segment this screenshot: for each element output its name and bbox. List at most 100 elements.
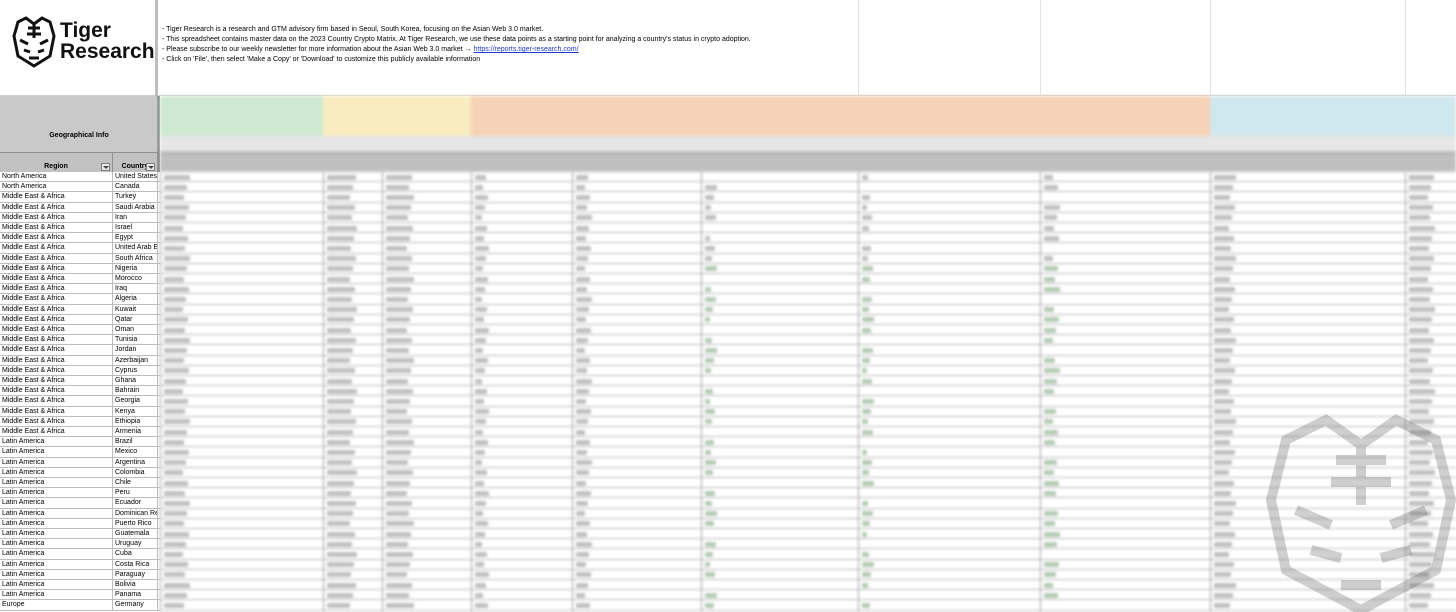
region-cell[interactable]: Latin America xyxy=(0,559,113,570)
table-row[interactable]: Middle East & Africa Ethiopia xyxy=(0,416,160,427)
region-cell[interactable]: Latin America xyxy=(0,539,113,550)
country-cell[interactable]: Algeria xyxy=(113,294,158,305)
table-row[interactable]: Middle East & Africa Tunisia xyxy=(0,335,160,346)
country-cell[interactable]: Costa Rica xyxy=(113,559,158,570)
region-cell[interactable]: Middle East & Africa xyxy=(0,386,113,397)
country-cell[interactable]: Ecuador xyxy=(113,498,158,509)
table-row[interactable]: Latin America Uruguay xyxy=(0,539,160,550)
region-cell[interactable]: Middle East & Africa xyxy=(0,325,113,335)
table-row[interactable]: Middle East & Africa Georgia xyxy=(0,396,160,407)
country-cell[interactable]: Guatemala xyxy=(113,529,158,539)
region-cell[interactable]: Latin America xyxy=(0,498,113,509)
country-cell[interactable]: Uruguay xyxy=(113,539,158,550)
country-cell[interactable]: Bolivia xyxy=(113,580,158,590)
region-cell[interactable]: Middle East & Africa xyxy=(0,223,113,233)
table-row[interactable]: Middle East & Africa Azerbaijan xyxy=(0,355,160,366)
region-column-header[interactable]: Region xyxy=(0,152,113,172)
table-row[interactable]: Middle East & Africa Iraq xyxy=(0,284,160,295)
table-row[interactable]: Latin America Guatemala xyxy=(0,529,160,540)
filter-dropdown-icon[interactable] xyxy=(146,163,155,171)
region-cell[interactable]: Middle East & Africa xyxy=(0,406,113,417)
country-cell[interactable]: Kenya xyxy=(113,406,158,417)
region-cell[interactable]: Middle East & Africa xyxy=(0,365,113,376)
table-row[interactable]: Middle East & Africa Oman xyxy=(0,325,160,336)
table-row[interactable]: Middle East & Africa Cyprus xyxy=(0,365,160,376)
region-cell[interactable]: Middle East & Africa xyxy=(0,416,113,427)
region-cell[interactable]: Middle East & Africa xyxy=(0,233,113,244)
country-cell[interactable]: Panama xyxy=(113,590,158,601)
region-cell[interactable]: Latin America xyxy=(0,437,113,448)
region-cell[interactable]: Latin America xyxy=(0,518,113,529)
table-row[interactable]: Middle East & Africa South Africa xyxy=(0,253,160,264)
table-row[interactable]: Middle East & Africa Ghana xyxy=(0,376,160,387)
country-cell[interactable]: Peru xyxy=(113,488,158,499)
country-cell[interactable]: United States xyxy=(113,172,158,182)
region-cell[interactable]: Middle East & Africa xyxy=(0,243,113,254)
country-cell[interactable]: Nigeria xyxy=(113,263,158,274)
region-cell[interactable]: Latin America xyxy=(0,590,113,601)
country-cell[interactable]: Azerbaijan xyxy=(113,355,158,366)
country-cell[interactable]: Brazil xyxy=(113,437,158,448)
country-cell[interactable]: Saudi Arabia xyxy=(113,202,158,213)
country-cell[interactable]: Tunisia xyxy=(113,335,158,346)
country-cell[interactable]: Jordan xyxy=(113,345,158,356)
region-cell[interactable]: Middle East & Africa xyxy=(0,376,113,386)
table-row[interactable]: Middle East & Africa Saudi Arabia xyxy=(0,202,160,213)
country-cell[interactable]: Egypt xyxy=(113,233,158,244)
table-row[interactable]: Latin America Brazil xyxy=(0,437,160,448)
table-row[interactable]: Latin America Colombia xyxy=(0,467,160,478)
table-row[interactable]: Latin America Bolivia xyxy=(0,580,160,591)
newsletter-link[interactable]: https://reports.tiger-research.com/ xyxy=(474,46,579,53)
region-cell[interactable]: Middle East & Africa xyxy=(0,345,113,356)
country-cell[interactable]: Ethiopia xyxy=(113,416,158,427)
region-cell[interactable]: Middle East & Africa xyxy=(0,202,113,213)
region-cell[interactable]: Middle East & Africa xyxy=(0,274,113,284)
table-row[interactable]: Middle East & Africa Kenya xyxy=(0,406,160,417)
region-cell[interactable]: Europe xyxy=(0,600,113,611)
country-cell[interactable]: Georgia xyxy=(113,396,158,407)
table-row[interactable]: Middle East & Africa United Arab E xyxy=(0,243,160,254)
region-cell[interactable]: Middle East & Africa xyxy=(0,335,113,346)
region-cell[interactable]: North America xyxy=(0,172,113,182)
table-row[interactable]: Latin America Chile xyxy=(0,478,160,489)
country-cell[interactable]: Canada xyxy=(113,182,158,193)
region-cell[interactable]: Middle East & Africa xyxy=(0,284,113,295)
region-cell[interactable]: Middle East & Africa xyxy=(0,427,113,437)
region-cell[interactable]: Latin America xyxy=(0,488,113,499)
country-cell[interactable]: Israel xyxy=(113,223,158,233)
country-cell[interactable]: Ghana xyxy=(113,376,158,386)
region-cell[interactable]: North America xyxy=(0,182,113,193)
region-cell[interactable]: Middle East & Africa xyxy=(0,192,113,203)
region-cell[interactable]: Middle East & Africa xyxy=(0,304,113,315)
table-row[interactable]: Middle East & Africa Israel xyxy=(0,223,160,234)
country-cell[interactable]: Cuba xyxy=(113,549,158,560)
country-cell[interactable]: Puerto Rico xyxy=(113,518,158,529)
table-row[interactable]: Middle East & Africa Kuwait xyxy=(0,304,160,315)
table-row[interactable]: Middle East & Africa Qatar xyxy=(0,314,160,325)
table-row[interactable]: Middle East & Africa Egypt xyxy=(0,233,160,244)
country-cell[interactable]: United Arab E xyxy=(113,243,158,254)
table-row[interactable]: Middle East & Africa Algeria xyxy=(0,294,160,305)
country-column-header[interactable]: Country xyxy=(113,152,158,172)
region-cell[interactable]: Middle East & Africa xyxy=(0,263,113,274)
region-cell[interactable]: Latin America xyxy=(0,529,113,539)
region-cell[interactable]: Latin America xyxy=(0,478,113,488)
region-cell[interactable]: Latin America xyxy=(0,569,113,580)
table-row[interactable]: Latin America Argentina xyxy=(0,457,160,468)
country-cell[interactable]: Colombia xyxy=(113,467,158,478)
country-cell[interactable]: Iran xyxy=(113,212,158,223)
country-cell[interactable]: Qatar xyxy=(113,314,158,325)
region-cell[interactable]: Middle East & Africa xyxy=(0,212,113,223)
table-row[interactable]: Middle East & Africa Turkey xyxy=(0,192,160,203)
table-row[interactable]: Middle East & Africa Jordan xyxy=(0,345,160,356)
table-row[interactable]: Latin America Peru xyxy=(0,488,160,499)
table-row[interactable]: Latin America Panama xyxy=(0,590,160,601)
table-row[interactable]: Latin America Dominican Re xyxy=(0,508,160,519)
filter-dropdown-icon[interactable] xyxy=(101,163,110,171)
table-row[interactable]: Middle East & Africa Armenia xyxy=(0,427,160,438)
country-cell[interactable]: Bahrain xyxy=(113,386,158,397)
country-cell[interactable]: Cyprus xyxy=(113,365,158,376)
region-cell[interactable]: Middle East & Africa xyxy=(0,396,113,407)
region-cell[interactable]: Latin America xyxy=(0,549,113,560)
table-row[interactable]: Latin America Ecuador xyxy=(0,498,160,509)
